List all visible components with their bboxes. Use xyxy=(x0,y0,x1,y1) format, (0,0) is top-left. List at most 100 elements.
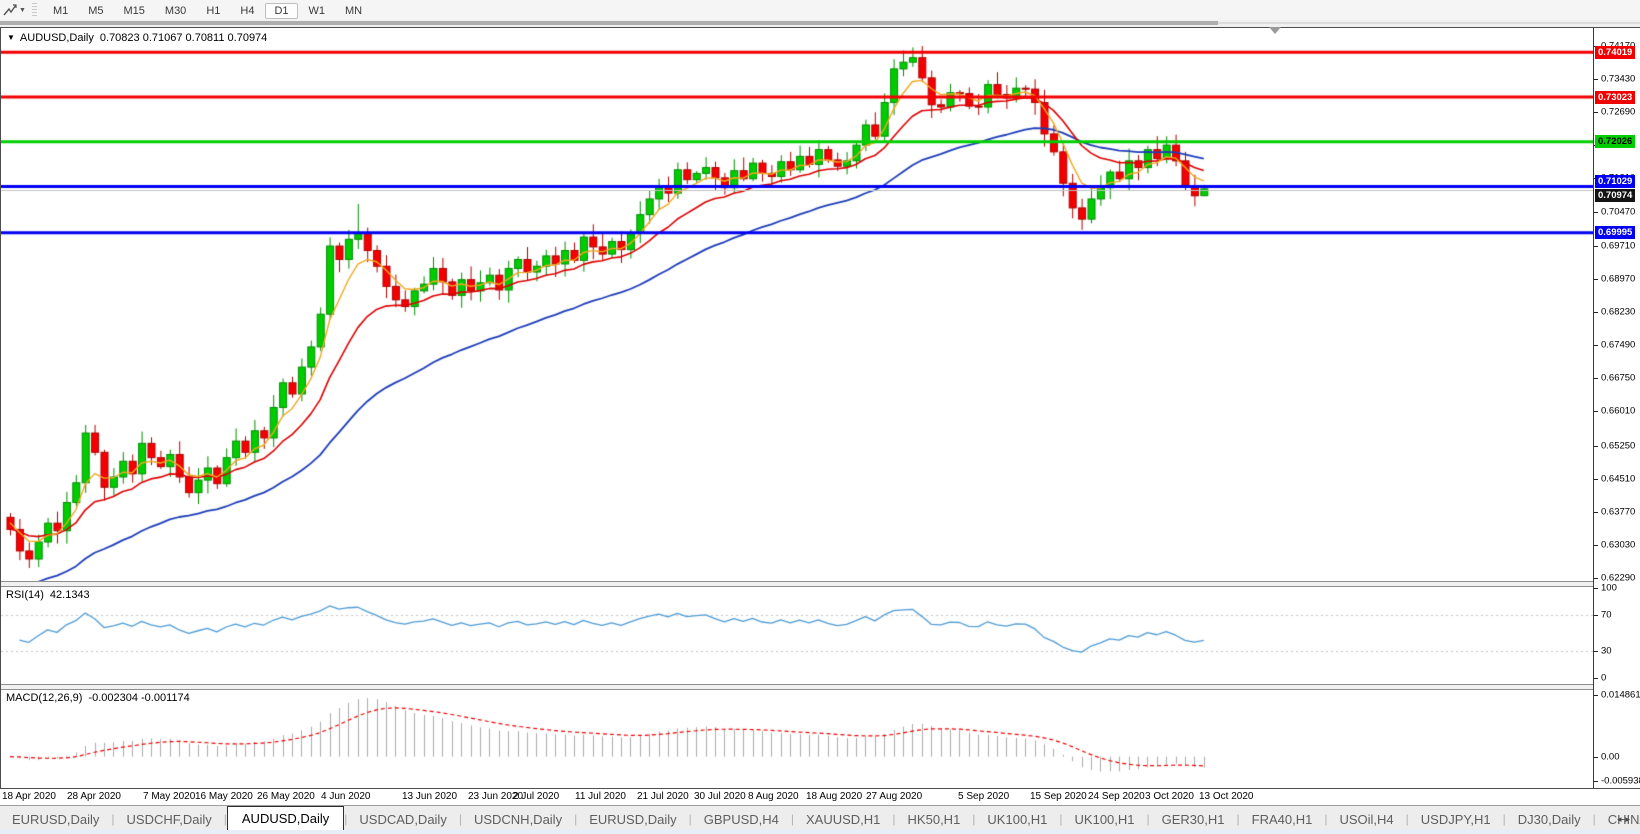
price-axis-label: 0.68230 xyxy=(1601,306,1636,318)
tab-audusd-daily[interactable]: AUDUSD,Daily xyxy=(226,806,345,831)
price-axis-label: 0.014861 xyxy=(1601,689,1640,701)
timeframe-button-w1[interactable]: W1 xyxy=(300,3,335,19)
date-label: 3 Oct 2020 xyxy=(1145,791,1194,802)
axis-tick xyxy=(1594,212,1598,213)
toolbar-grip[interactable] xyxy=(31,3,37,17)
date-label: 13 Jun 2020 xyxy=(402,791,458,802)
price-axis-label: 0.69710 xyxy=(1601,240,1636,252)
ohlc-values: 0.70823 0.71067 0.70811 0.70974 xyxy=(99,32,268,44)
price-axis-label: 0.64510 xyxy=(1601,473,1636,485)
timeframe-button-m30[interactable]: M30 xyxy=(156,3,195,19)
price-axis-label: 0.66010 xyxy=(1601,405,1636,417)
axis-tick xyxy=(1594,246,1598,247)
price-axis-label: 0.68970 xyxy=(1601,273,1636,285)
date-label: 8 Aug 2020 xyxy=(748,791,799,802)
price-line-tag: 0.71029 xyxy=(1595,175,1636,188)
timeframe-button-m5[interactable]: M5 xyxy=(79,3,112,19)
tab-usdjpy-h1[interactable]: USDJPY,H1 xyxy=(1409,809,1503,831)
chart-tab-bar: EURUSD,Daily | USDCHF,Daily | AUDUSD,Daily | U… xyxy=(0,805,1640,831)
date-label: 27 Aug 2020 xyxy=(866,791,923,802)
price-line-tag: 0.72026 xyxy=(1595,135,1636,148)
timeframe-toolbar: ▼ M1 M5 M15 M30 H1 H4 D1 W1 MN xyxy=(0,0,1640,21)
price-line-tag: 0.69995 xyxy=(1595,226,1636,239)
axis-tick xyxy=(1594,112,1598,113)
timeframe-button-m1[interactable]: M1 xyxy=(44,3,77,19)
pane-splitter-macd[interactable] xyxy=(1,684,1593,690)
price-axis[interactable]: 0.741700.734300.726900.719500.712100.704… xyxy=(1593,28,1640,788)
axis-tick xyxy=(1594,651,1598,652)
tool-dropdown-arrow-icon[interactable]: ▼ xyxy=(19,7,26,14)
tab-uk100-h1[interactable]: UK100,H1 xyxy=(1063,809,1147,831)
date-label: 11 Jul 2020 xyxy=(575,791,626,802)
chart-window: ▼ AUDUSD,Daily 0.70823 0.71067 0.70811 0.7… xyxy=(0,27,1640,789)
chart-canvas[interactable] xyxy=(1,28,1593,788)
axis-tick xyxy=(1594,757,1598,758)
tab-xauusd-h1[interactable]: XAUUSD,H1 xyxy=(794,809,892,831)
date-label: 21 Jul 2020 xyxy=(637,791,689,802)
symbol-period-label: AUDUSD,Daily xyxy=(19,32,94,44)
date-label: 18 Apr 2020 xyxy=(2,791,56,802)
axis-tick xyxy=(1594,279,1598,280)
timeframe-button-h1[interactable]: H1 xyxy=(197,3,229,19)
price-axis-label: 0.63770 xyxy=(1601,506,1636,518)
price-line-tag: 0.74019 xyxy=(1595,46,1636,59)
tab-eurusd-daily[interactable]: EURUSD,Daily xyxy=(0,809,111,831)
date-label: 26 May 2020 xyxy=(257,791,315,802)
timeframe-buttons: M1 M5 M15 M30 H1 H4 D1 W1 MN xyxy=(43,1,372,19)
axis-tick xyxy=(1594,678,1598,679)
trendline-tool-icon[interactable] xyxy=(3,3,17,17)
price-axis-label: 0.63030 xyxy=(1601,539,1636,551)
date-label: 24 Sep 2020 xyxy=(1088,791,1145,802)
chart-horizontal-scrollbar[interactable] xyxy=(0,20,1640,27)
price-axis-label: 100 xyxy=(1601,582,1617,594)
axis-tick xyxy=(1594,79,1598,80)
date-label: 18 Aug 2020 xyxy=(806,791,863,802)
pane-splitter-rsi[interactable] xyxy=(1,581,1593,587)
price-axis-label: 0.67490 xyxy=(1601,339,1636,351)
axis-tick xyxy=(1594,615,1598,616)
timeframe-button-m15[interactable]: M15 xyxy=(115,3,154,19)
macd-label: MACD(12,26,9) -0.002304 -0.001174 xyxy=(6,692,190,704)
tab-usdcnh-daily[interactable]: USDCNH,Daily xyxy=(462,809,574,831)
price-axis-label: 0.72690 xyxy=(1601,106,1636,118)
tab-eurusd-daily[interactable]: EURUSD,Daily xyxy=(577,809,688,831)
date-label: 16 May 2020 xyxy=(195,791,253,802)
axis-tick xyxy=(1594,345,1598,346)
price-axis-label: 0 xyxy=(1601,672,1607,684)
price-axis-label: 70 xyxy=(1601,609,1612,621)
axis-tick xyxy=(1594,446,1598,447)
price-axis-label: -0.005938 xyxy=(1601,775,1640,787)
tab-hk50-h1[interactable]: HK50,H1 xyxy=(896,809,973,831)
tab-uk100-h1[interactable]: UK100,H1 xyxy=(975,809,1059,831)
rsi-label: RSI(14) 42.1343 xyxy=(6,589,90,601)
macd-indicator-values: -0.002304 -0.001174 xyxy=(88,692,190,704)
chart-shift-marker-icon[interactable] xyxy=(1269,27,1281,34)
axis-tick xyxy=(1594,695,1598,696)
date-label: 4 Jun 2020 xyxy=(321,791,371,802)
date-label: 28 Apr 2020 xyxy=(67,791,121,802)
axis-tick xyxy=(1594,312,1598,313)
collapse-pane-icon[interactable]: ▼ xyxy=(7,33,15,42)
tab-dj30-daily[interactable]: DJ30,Daily xyxy=(1506,809,1593,831)
timeframe-button-d1[interactable]: D1 xyxy=(265,3,298,19)
tab-usdcad-daily[interactable]: USDCAD,Daily xyxy=(347,809,458,831)
axis-tick xyxy=(1594,578,1598,579)
axis-tick xyxy=(1594,411,1598,412)
date-label: 15 Sep 2020 xyxy=(1030,791,1087,802)
rsi-indicator-name: RSI(14) xyxy=(6,589,44,601)
timeframe-button-h4[interactable]: H4 xyxy=(231,3,263,19)
tab-usdchf-daily[interactable]: USDCHF,Daily xyxy=(115,809,224,831)
tab-scroll-arrows-icon[interactable]: ◂▸ xyxy=(1617,814,1634,825)
axis-tick xyxy=(1594,588,1598,589)
scrollbar-thumb[interactable] xyxy=(0,21,1218,25)
date-label: 5 Sep 2020 xyxy=(958,791,1010,802)
date-axis[interactable]: 18 Apr 2020 28 Apr 2020 7 May 2020 16 May 2… xyxy=(0,790,1640,805)
tab-gbpusd-h4[interactable]: GBPUSD,H4 xyxy=(692,809,791,831)
tab-fra40-h1[interactable]: FRA40,H1 xyxy=(1240,809,1325,831)
tab-ger30-h1[interactable]: GER30,H1 xyxy=(1150,809,1237,831)
date-label: 2 Jul 2020 xyxy=(513,791,560,802)
tab-usoil-h4[interactable]: USOil,H4 xyxy=(1327,809,1405,831)
axis-tick xyxy=(1594,378,1598,379)
date-label: 7 May 2020 xyxy=(143,791,196,802)
timeframe-button-mn[interactable]: MN xyxy=(336,3,371,19)
